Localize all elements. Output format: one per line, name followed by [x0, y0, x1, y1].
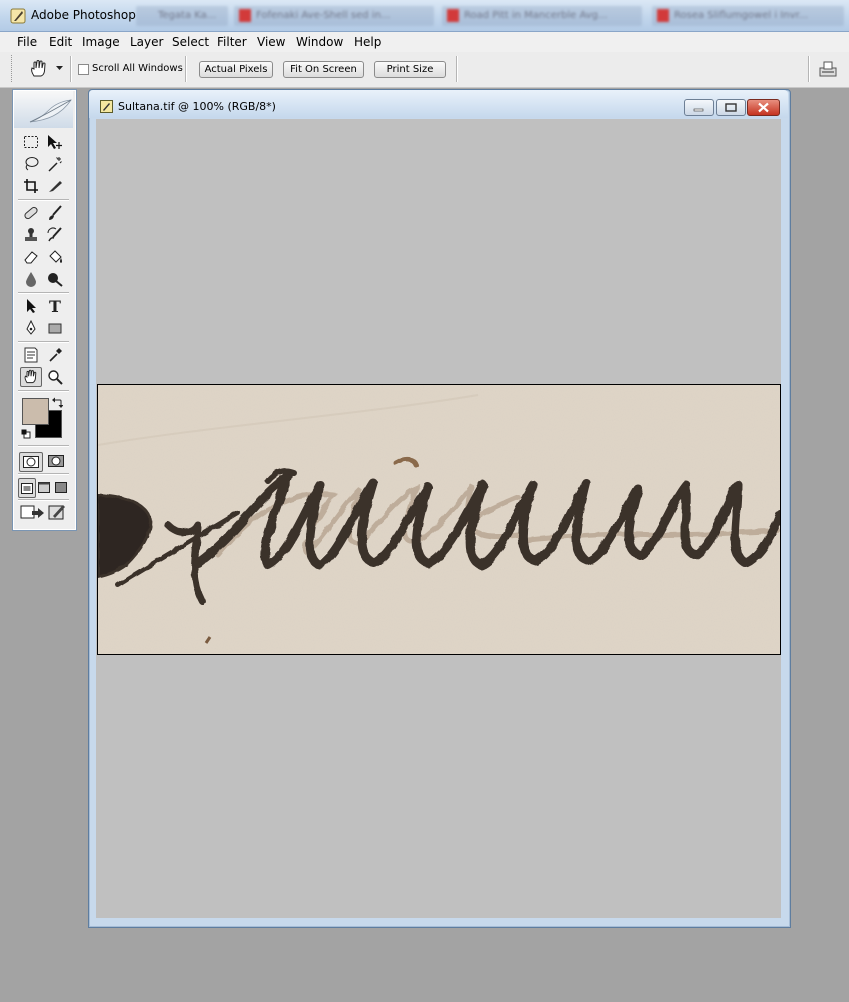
minimize-button[interactable]: [684, 99, 714, 116]
divider: [456, 56, 458, 82]
marquee-icon[interactable]: [21, 133, 41, 151]
chevron-down-icon[interactable]: [56, 66, 63, 71]
photoshop-feather-icon: [10, 8, 26, 24]
path-selection-icon[interactable]: [21, 297, 41, 315]
full-screen-menu-mode-icon[interactable]: [36, 478, 52, 496]
actual-pixels-button[interactable]: Actual Pixels: [199, 61, 273, 78]
menu-image[interactable]: Image: [82, 35, 120, 49]
print-size-button[interactable]: Print Size: [374, 61, 446, 78]
divider: [185, 56, 187, 82]
history-brush-icon[interactable]: [45, 226, 65, 244]
full-screen-mode-icon[interactable]: [53, 478, 69, 496]
lasso-icon[interactable]: [21, 155, 41, 173]
palette-well-icon[interactable]: [818, 59, 838, 79]
blur-icon[interactable]: [21, 270, 41, 288]
divider: [18, 499, 69, 501]
maximize-icon: [725, 103, 737, 112]
menu-bar: File Edit Image Layer Select Filter View…: [0, 32, 849, 53]
handwriting-image: [98, 385, 780, 654]
feather-logo-icon: [29, 99, 72, 123]
fit-on-screen-button[interactable]: Fit On Screen: [283, 61, 364, 78]
menu-view[interactable]: View: [257, 35, 285, 49]
taskbar-tab-label: Tegata Ka...: [158, 10, 217, 21]
brush-icon[interactable]: [45, 204, 65, 222]
slice-icon[interactable]: [45, 177, 65, 195]
taskbar-tab[interactable]: Rosea Sliflumgowel i Invr...: [652, 6, 844, 26]
eyedropper-icon[interactable]: [45, 346, 65, 364]
quick-mask-icon[interactable]: [45, 452, 67, 470]
notes-icon[interactable]: [21, 346, 41, 364]
scroll-all-windows-label: Scroll All Windows: [92, 63, 183, 74]
app-title: Adobe Photoshop: [31, 8, 136, 22]
divider: [18, 445, 69, 447]
dodge-icon[interactable]: [45, 270, 65, 288]
menu-select[interactable]: Select: [172, 35, 209, 49]
crop-icon[interactable]: [21, 177, 41, 195]
document-file-icon: [100, 100, 113, 113]
menu-layer[interactable]: Layer: [130, 35, 163, 49]
divider: [18, 199, 69, 201]
close-button[interactable]: [747, 99, 780, 116]
taskbar-tab-label: Road Pitt in Mancerble Avg...: [464, 10, 608, 21]
menu-edit[interactable]: Edit: [49, 35, 72, 49]
eraser-icon[interactable]: [21, 248, 41, 266]
menu-filter[interactable]: Filter: [217, 35, 247, 49]
close-icon: [758, 102, 769, 113]
document-title: Sultana.tif @ 100% (RGB/8*): [118, 100, 276, 113]
menu-help[interactable]: Help: [354, 35, 381, 49]
options-bar-grip[interactable]: [11, 55, 15, 82]
divider: [70, 56, 72, 82]
document-icon: [447, 9, 459, 22]
divider: [18, 292, 69, 294]
document-icon: [657, 9, 669, 22]
pen-icon[interactable]: [21, 319, 41, 337]
document-icon: [239, 9, 251, 22]
clone-stamp-icon[interactable]: [21, 226, 41, 244]
default-colors-icon[interactable]: [21, 429, 31, 439]
swap-colors-icon[interactable]: [52, 397, 63, 408]
hand-tool-preset-icon[interactable]: [28, 59, 50, 79]
zoom-icon[interactable]: [45, 368, 65, 386]
divider: [18, 473, 69, 475]
minimize-icon: [693, 108, 704, 112]
menu-file[interactable]: File: [17, 35, 37, 49]
type-icon[interactable]: T: [45, 297, 65, 316]
taskbar-tab[interactable]: Tegata Ka...: [136, 6, 228, 26]
hand-icon[interactable]: [20, 367, 42, 387]
taskbar-tab[interactable]: Road Pitt in Mancerble Avg...: [442, 6, 642, 26]
foreground-color-swatch[interactable]: [22, 398, 49, 425]
taskbar-tab-label: Rosea Sliflumgowel i Invr...: [674, 10, 809, 21]
maximize-button[interactable]: [716, 99, 746, 116]
taskbar-tab-label: Fofenaki Ave-Shell sed in...: [256, 10, 391, 21]
healing-brush-icon[interactable]: [21, 204, 41, 222]
divider: [808, 56, 810, 82]
menu-window[interactable]: Window: [296, 35, 343, 49]
standard-mode-icon[interactable]: [19, 452, 43, 472]
document-image[interactable]: [97, 384, 781, 655]
jump-to-imageready-icon[interactable]: [20, 503, 46, 521]
standard-screen-mode-icon[interactable]: [18, 478, 36, 498]
edit-in-imageready-icon[interactable]: [47, 503, 67, 521]
scroll-all-windows-checkbox[interactable]: [78, 64, 89, 75]
paint-bucket-icon[interactable]: [45, 248, 65, 266]
divider: [18, 341, 69, 343]
divider: [18, 390, 69, 392]
rectangle-shape-icon[interactable]: [45, 319, 65, 337]
taskbar-tab[interactable]: Fofenaki Ave-Shell sed in...: [234, 6, 434, 26]
magic-wand-icon[interactable]: [45, 155, 65, 173]
move-icon[interactable]: [45, 133, 65, 151]
